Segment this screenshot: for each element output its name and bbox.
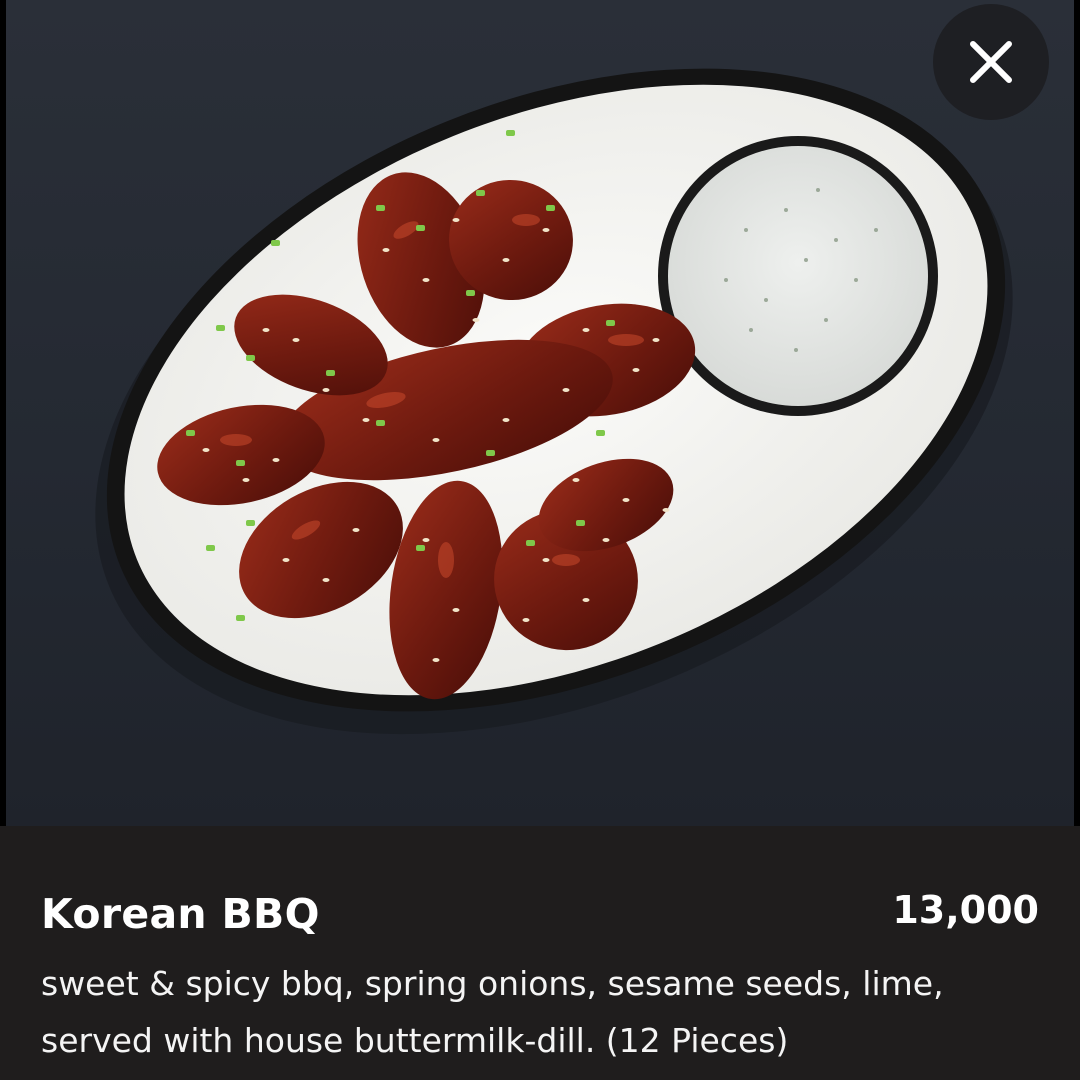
item-name: Korean BBQ bbox=[41, 890, 320, 938]
dip-bowl bbox=[668, 146, 928, 406]
item-detail-modal: Korean BBQ 13,000 sweet & spicy bbq, spr… bbox=[0, 0, 1080, 1080]
close-icon bbox=[970, 41, 1012, 83]
item-description: sweet & spicy bbq, spring onions, sesame… bbox=[41, 964, 944, 1060]
close-button[interactable] bbox=[933, 4, 1049, 120]
item-price: 13,000 bbox=[892, 888, 1039, 932]
dish-photo bbox=[6, 0, 1074, 826]
